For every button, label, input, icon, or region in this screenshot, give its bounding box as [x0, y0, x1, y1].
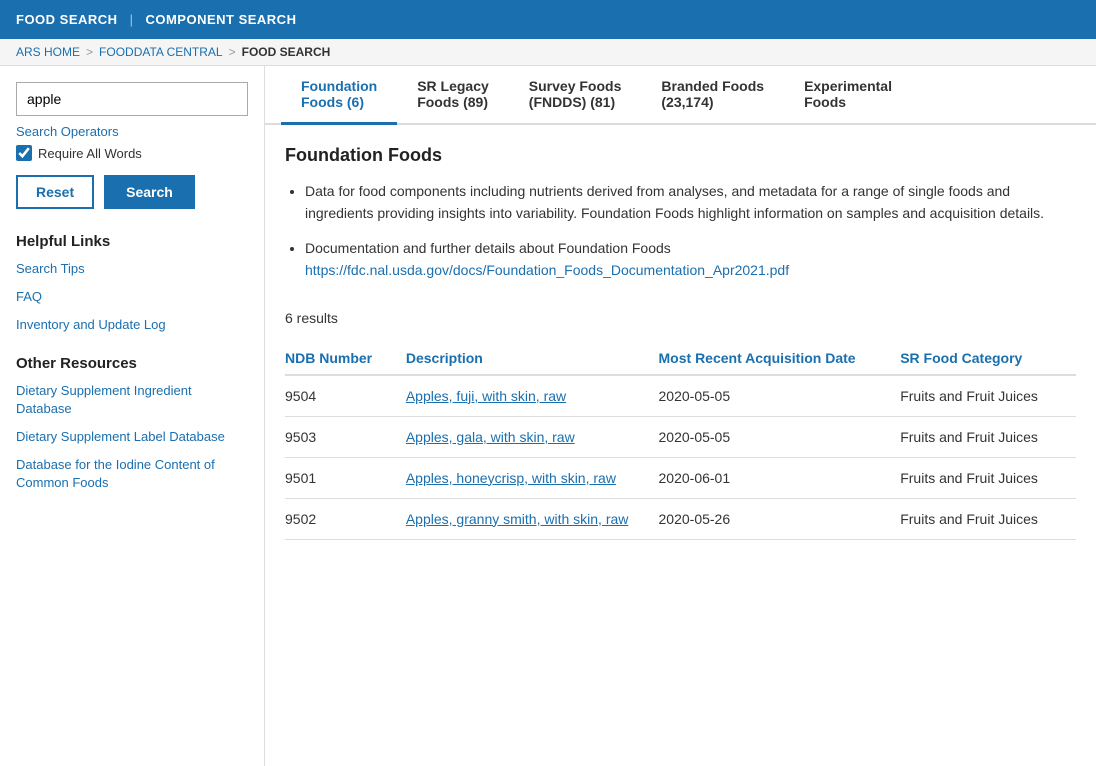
ndb-cell: 9502 — [285, 498, 406, 539]
tab-branded-foods[interactable]: Branded Foods(23,174) — [641, 66, 784, 125]
food-link-2[interactable]: Apples, honeycrisp, with skin, raw — [406, 470, 616, 486]
other-resources-section: Other Resources Dietary Supplement Ingre… — [16, 355, 248, 493]
component-search-label[interactable]: COMPONENT SEARCH — [145, 12, 296, 27]
require-all-words-checkbox[interactable] — [16, 145, 32, 161]
ndb-cell: 9503 — [285, 416, 406, 457]
breadcrumb-sep-1: > — [86, 45, 93, 59]
main-layout: Search Operators Require All Words Reset… — [0, 66, 1096, 766]
table-row: 9504 Apples, fuji, with skin, raw 2020-0… — [285, 375, 1076, 417]
ndb-cell: 9504 — [285, 375, 406, 417]
helpful-links-section: Helpful Links Search Tips FAQ Inventory … — [16, 233, 248, 335]
require-all-words-row: Require All Words — [16, 145, 248, 161]
table-row: 9503 Apples, gala, with skin, raw 2020-0… — [285, 416, 1076, 457]
breadcrumb-ars-home[interactable]: ARS HOME — [16, 45, 80, 59]
category-cell: Fruits and Fruit Juices — [900, 457, 1076, 498]
col-header-date[interactable]: Most Recent Acquisition Date — [659, 342, 901, 375]
info-bullet-1: Data for food components including nutri… — [305, 180, 1076, 225]
content-body: Foundation Foods Data for food component… — [265, 125, 1096, 560]
results-table: NDB Number Description Most Recent Acqui… — [285, 342, 1076, 540]
table-row: 9501 Apples, honeycrisp, with skin, raw … — [285, 457, 1076, 498]
table-row: 9502 Apples, granny smith, with skin, ra… — [285, 498, 1076, 539]
foundation-foods-doc-link[interactable]: https://fdc.nal.usda.gov/docs/Foundation… — [305, 262, 789, 278]
tab-sr-legacy[interactable]: SR LegacyFoods (89) — [397, 66, 509, 125]
col-header-ndb[interactable]: NDB Number — [285, 342, 406, 375]
section-title: Foundation Foods — [285, 145, 1076, 166]
require-all-words-label: Require All Words — [38, 146, 142, 161]
date-cell: 2020-05-05 — [659, 416, 901, 457]
category-cell: Fruits and Fruit Juices — [900, 416, 1076, 457]
sidebar-link-dsld[interactable]: Dietary Supplement Label Database — [16, 428, 248, 446]
category-cell: Fruits and Fruit Juices — [900, 375, 1076, 417]
food-link-1[interactable]: Apples, gala, with skin, raw — [406, 429, 575, 445]
table-header-row: NDB Number Description Most Recent Acqui… — [285, 342, 1076, 375]
results-count: 6 results — [285, 302, 1076, 326]
description-cell: Apples, honeycrisp, with skin, raw — [406, 457, 659, 498]
description-cell: Apples, fuji, with skin, raw — [406, 375, 659, 417]
description-cell: Apples, granny smith, with skin, raw — [406, 498, 659, 539]
sidebar-link-iodine-db[interactable]: Database for the Iodine Content of Commo… — [16, 456, 248, 492]
tab-foundation-foods[interactable]: FoundationFoods (6) — [281, 66, 397, 125]
food-search-label[interactable]: FOOD SEARCH — [16, 12, 118, 27]
sidebar-link-inventory[interactable]: Inventory and Update Log — [16, 316, 248, 334]
sidebar-link-dsid[interactable]: Dietary Supplement Ingredient Database — [16, 382, 248, 418]
ndb-cell: 9501 — [285, 457, 406, 498]
breadcrumb-fooddata-central[interactable]: FOODDATA CENTRAL — [99, 45, 223, 59]
col-header-description[interactable]: Description — [406, 342, 659, 375]
top-nav: FOOD SEARCH | COMPONENT SEARCH — [0, 0, 1096, 39]
info-bullet-2: Documentation and further details about … — [305, 237, 1076, 282]
date-cell: 2020-06-01 — [659, 457, 901, 498]
food-link-3[interactable]: Apples, granny smith, with skin, raw — [406, 511, 629, 527]
tab-experimental-foods[interactable]: ExperimentalFoods — [784, 66, 912, 125]
search-input[interactable] — [16, 82, 248, 116]
col-header-category[interactable]: SR Food Category — [900, 342, 1076, 375]
helpful-links-title: Helpful Links — [16, 233, 248, 250]
search-button[interactable]: Search — [104, 175, 195, 209]
tabs: FoundationFoods (6) SR LegacyFoods (89) … — [265, 66, 1096, 125]
search-operators-link[interactable]: Search Operators — [16, 124, 248, 139]
reset-button[interactable]: Reset — [16, 175, 94, 209]
info-bullet-2-text: Documentation and further details about … — [305, 240, 671, 256]
button-row: Reset Search — [16, 175, 248, 209]
date-cell: 2020-05-26 — [659, 498, 901, 539]
sidebar-link-search-tips[interactable]: Search Tips — [16, 260, 248, 278]
search-input-wrapper — [16, 82, 248, 116]
nav-divider: | — [130, 12, 134, 27]
breadcrumb-sep-2: > — [229, 45, 236, 59]
content-area: FoundationFoods (6) SR LegacyFoods (89) … — [265, 66, 1096, 766]
breadcrumb-current: FOOD SEARCH — [242, 45, 331, 59]
tab-survey-foods[interactable]: Survey Foods(FNDDS) (81) — [509, 66, 642, 125]
info-list: Data for food components including nutri… — [285, 180, 1076, 282]
sidebar: Search Operators Require All Words Reset… — [0, 66, 265, 766]
description-cell: Apples, gala, with skin, raw — [406, 416, 659, 457]
date-cell: 2020-05-05 — [659, 375, 901, 417]
breadcrumb: ARS HOME > FOODDATA CENTRAL > FOOD SEARC… — [0, 39, 1096, 66]
category-cell: Fruits and Fruit Juices — [900, 498, 1076, 539]
sidebar-link-faq[interactable]: FAQ — [16, 288, 248, 306]
info-bullet-1-text: Data for food components including nutri… — [305, 183, 1044, 221]
food-link-0[interactable]: Apples, fuji, with skin, raw — [406, 388, 566, 404]
other-resources-title: Other Resources — [16, 355, 248, 372]
